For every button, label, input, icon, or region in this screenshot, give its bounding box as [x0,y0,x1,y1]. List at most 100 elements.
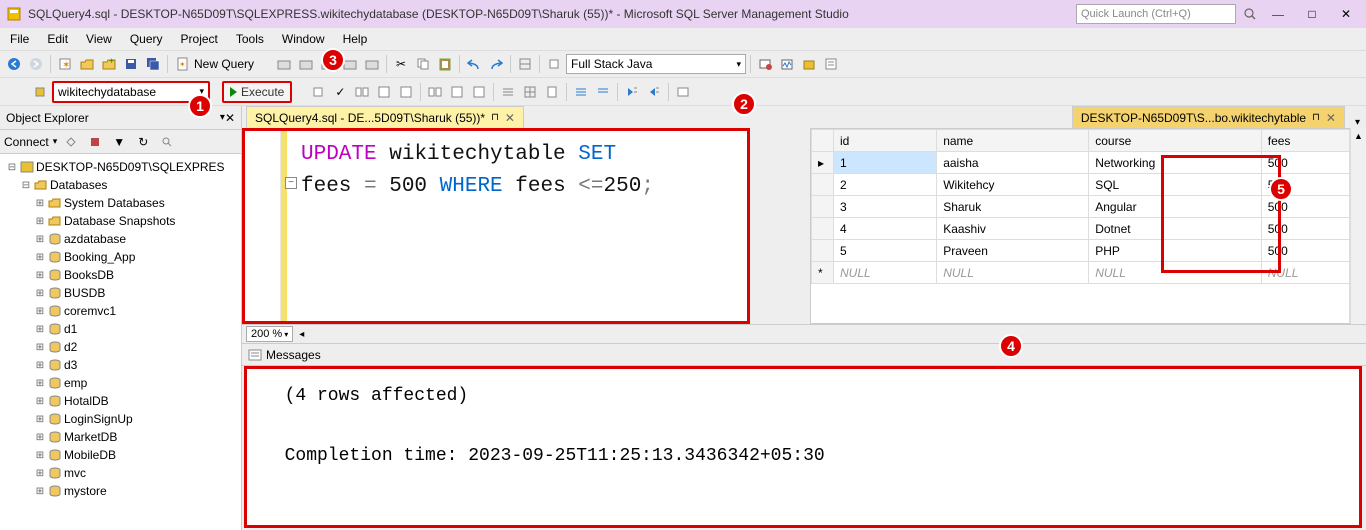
col-course[interactable]: course [1089,130,1262,152]
messages-tab[interactable]: Messages [242,344,1366,366]
row-selector[interactable]: ▸ [812,152,834,174]
actual-plan-icon[interactable] [425,82,445,102]
toolbox-icon[interactable] [799,54,819,74]
intellisense-icon[interactable] [396,82,416,102]
uncomment-icon[interactable] [593,82,613,102]
tree-db[interactable]: BooksDB [64,268,114,282]
tabs-dropdown-icon[interactable]: ▾ [1349,117,1366,128]
cancel-query-icon[interactable] [308,82,328,102]
menu-tools[interactable]: Tools [236,32,264,46]
cell[interactable]: Praveen [937,240,1089,262]
cell[interactable]: Dotnet [1089,218,1262,240]
estimated-plan-icon[interactable] [352,82,372,102]
menu-project[interactable]: Project [181,32,218,46]
cell[interactable]: PHP [1089,240,1262,262]
close-panel-icon[interactable]: ✕ [225,111,235,125]
query-options-icon[interactable] [374,82,394,102]
close-button[interactable]: ✕ [1332,3,1360,25]
menu-file[interactable]: File [10,32,29,46]
search-icon[interactable] [157,132,177,152]
tree-db[interactable]: HotalDB [64,394,109,408]
col-name[interactable]: name [937,130,1089,152]
back-icon[interactable] [4,54,24,74]
solution-configurations[interactable]: Full Stack Java▾ [566,54,746,74]
outdent-icon[interactable] [644,82,664,102]
results-to-grid-icon[interactable] [520,82,540,102]
xevent-icon[interactable] [274,54,294,74]
database-selector[interactable]: wikitechydatabase ▾ [52,81,210,103]
forward-icon[interactable] [26,54,46,74]
menu-window[interactable]: Window [282,32,325,46]
search-icon[interactable] [1242,4,1258,24]
restore-button[interactable]: □ [1298,3,1326,25]
quick-launch-input[interactable]: Quick Launch (Ctrl+Q) [1076,4,1236,24]
close-tab-icon[interactable]: ✕ [1326,111,1336,125]
cell-null[interactable]: NULL [834,262,937,284]
cell[interactable]: Networking [1089,152,1262,174]
cut-icon[interactable]: ✂ [391,54,411,74]
minimize-button[interactable]: — [1264,3,1292,25]
save-icon[interactable] [121,54,141,74]
copy-icon[interactable] [413,54,433,74]
tree-db[interactable]: azdatabase [64,232,126,246]
execute-button[interactable]: Execute [222,81,292,103]
cell[interactable]: 4 [834,218,937,240]
cell[interactable]: 1 [834,152,937,174]
expand-icon[interactable]: ⊟ [20,180,32,191]
menu-view[interactable]: View [86,32,112,46]
tree-db[interactable]: d2 [64,340,77,354]
pin-icon[interactable]: ⊓ [1312,112,1320,123]
save-all-icon[interactable] [143,54,163,74]
comment-icon[interactable] [571,82,591,102]
sql-code[interactable]: UPDATE wikitechytable SET fees = 500 WHE… [301,139,654,203]
pin-icon[interactable]: ⊓ [491,112,499,123]
parse-icon[interactable]: ✓ [330,82,350,102]
cell-null[interactable]: NULL [937,262,1089,284]
cell[interactable]: aaisha [937,152,1089,174]
menu-help[interactable]: Help [343,32,368,46]
expand-icon[interactable]: ⊟ [6,162,18,173]
specify-values-icon[interactable] [673,82,693,102]
cell[interactable]: 5 [834,240,937,262]
fold-icon[interactable]: − [285,177,297,189]
sql-editor[interactable]: − UPDATE wikitechytable SET fees = 500 W… [242,128,750,324]
cell[interactable]: SQL [1089,174,1262,196]
zoom-selector[interactable]: 200 %▾ [246,326,293,342]
project-dd-icon[interactable] [544,54,564,74]
undo-icon[interactable] [464,54,484,74]
tree-db[interactable]: d1 [64,322,77,336]
messages-panel[interactable]: (4 rows affected) Completion time: 2023-… [244,366,1362,528]
cell[interactable]: 3 [834,196,937,218]
new-icon[interactable]: ✶ [55,54,75,74]
open-icon[interactable] [77,54,97,74]
indent-icon[interactable] [622,82,642,102]
tree-snapshots[interactable]: Database Snapshots [64,214,175,228]
activity-monitor-icon[interactable] [777,54,797,74]
tree-sysdb[interactable]: System Databases [64,196,165,210]
paste-icon[interactable] [435,54,455,74]
change-connection-icon[interactable] [30,82,50,102]
col-id[interactable]: id [834,130,937,152]
cell[interactable]: Sharuk [937,196,1089,218]
filter-icon[interactable]: ▼ [109,132,129,152]
tab-query[interactable]: SQLQuery4.sql - DE...5D09T\Sharuk (55))*… [246,106,524,128]
expand-icon[interactable]: ⊞ [34,198,46,209]
tree-db[interactable]: Booking_App [64,250,135,264]
connect-button[interactable]: Connect [4,135,49,149]
tree-db[interactable]: BUSDB [64,286,105,300]
tree-databases[interactable]: Databases [50,178,107,192]
tree-db[interactable]: MobileDB [64,448,116,462]
properties-icon[interactable] [821,54,841,74]
tree-db[interactable]: d3 [64,358,77,372]
stop-icon[interactable] [85,132,105,152]
results-to-file-icon[interactable] [542,82,562,102]
add-icon[interactable]: + [99,54,119,74]
tree-db[interactable]: coremvc1 [64,304,116,318]
results-to-text-icon[interactable] [498,82,518,102]
tree-server[interactable]: DESKTOP-N65D09T\SQLEXPRES [36,160,225,174]
disconnect-icon[interactable] [61,132,81,152]
menu-edit[interactable]: Edit [47,32,68,46]
expand-icon[interactable]: ⊞ [34,216,46,227]
dmv-icon[interactable] [296,54,316,74]
cell[interactable]: Kaashiv [937,218,1089,240]
